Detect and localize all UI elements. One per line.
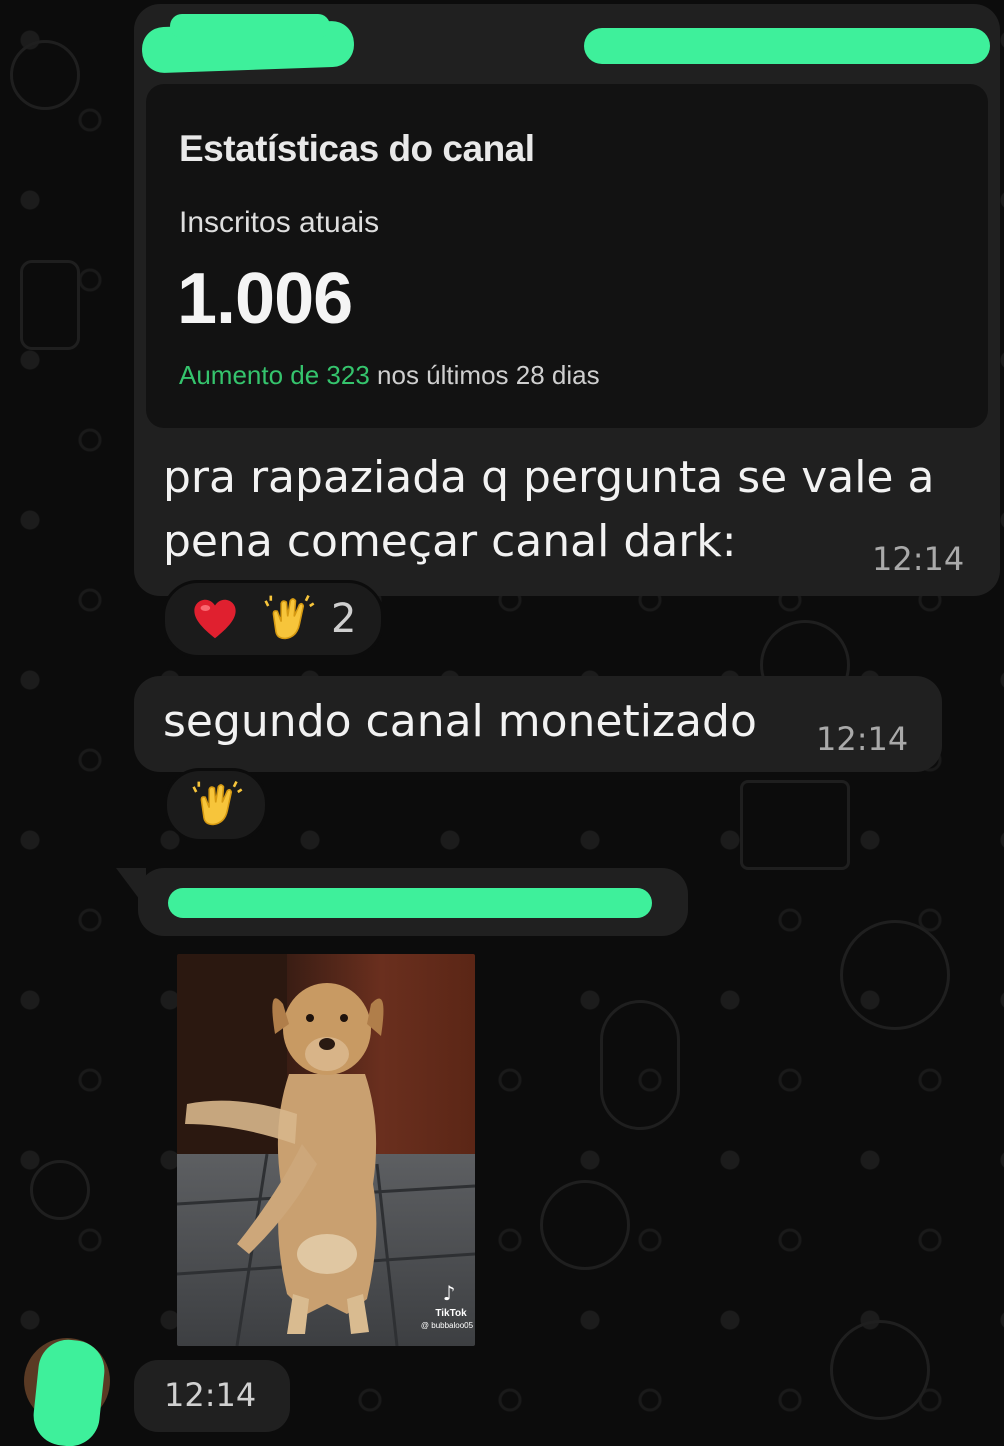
wallpaper-doodle xyxy=(740,780,850,870)
wallpaper-doodle xyxy=(830,1320,930,1420)
message-text-line: pra rapaziada q pergunta se vale a xyxy=(163,452,935,503)
message-text: pra rapaziada q pergunta se vale a pena … xyxy=(163,446,934,574)
subscribers-label: Inscritos atuais xyxy=(179,206,380,239)
clapping-hands-icon xyxy=(191,779,243,831)
wallpaper-doodle xyxy=(20,260,80,350)
message-time: 12:14 xyxy=(816,720,909,758)
reaction-count: 2 xyxy=(331,596,357,642)
subscriber-count: 1.006 xyxy=(177,259,353,339)
wallpaper-doodle xyxy=(540,1180,630,1270)
message-time: 12:14 xyxy=(164,1376,257,1414)
wallpaper-doodle xyxy=(30,1160,90,1220)
wallpaper-doodle xyxy=(840,920,950,1030)
wallpaper-doodle xyxy=(600,1000,680,1130)
message-text: segundo canal monetizado xyxy=(163,696,757,747)
message-text-line: pena começar canal dark: xyxy=(163,516,737,567)
dog-sticker-image[interactable]: ♪ TikTok @ bubbaloo05 xyxy=(177,954,475,1346)
message-time: 12:14 xyxy=(872,540,965,578)
clapping-hands-icon xyxy=(263,593,315,645)
tiktok-brand: TikTok xyxy=(435,1308,467,1319)
growth-rest: nos últimos 28 dias xyxy=(369,360,600,390)
wallpaper-doodle xyxy=(10,40,80,110)
growth-highlight: Aumento de 323 xyxy=(179,360,370,390)
growth-text: Aumento de 323 nos últimos 28 dias xyxy=(179,360,600,391)
dog-picture: ♪ TikTok @ bubbaloo05 xyxy=(177,954,475,1346)
reaction-bar[interactable] xyxy=(164,768,268,842)
chat-background: Estatísticas do canal Inscritos atuais 1… xyxy=(0,0,1004,1446)
svg-text:♪: ♪ xyxy=(443,1281,456,1305)
redacted-sender-name xyxy=(170,14,330,38)
tiktok-user: @ bubbaloo05 xyxy=(421,1321,474,1330)
reaction-bar[interactable]: 2 xyxy=(162,580,384,658)
redacted-sender-phone xyxy=(584,28,990,64)
redacted-avatar xyxy=(30,1336,108,1446)
card-title: Estatísticas do canal xyxy=(179,128,535,169)
redacted-sender-name xyxy=(168,888,652,918)
heart-icon xyxy=(193,597,237,641)
